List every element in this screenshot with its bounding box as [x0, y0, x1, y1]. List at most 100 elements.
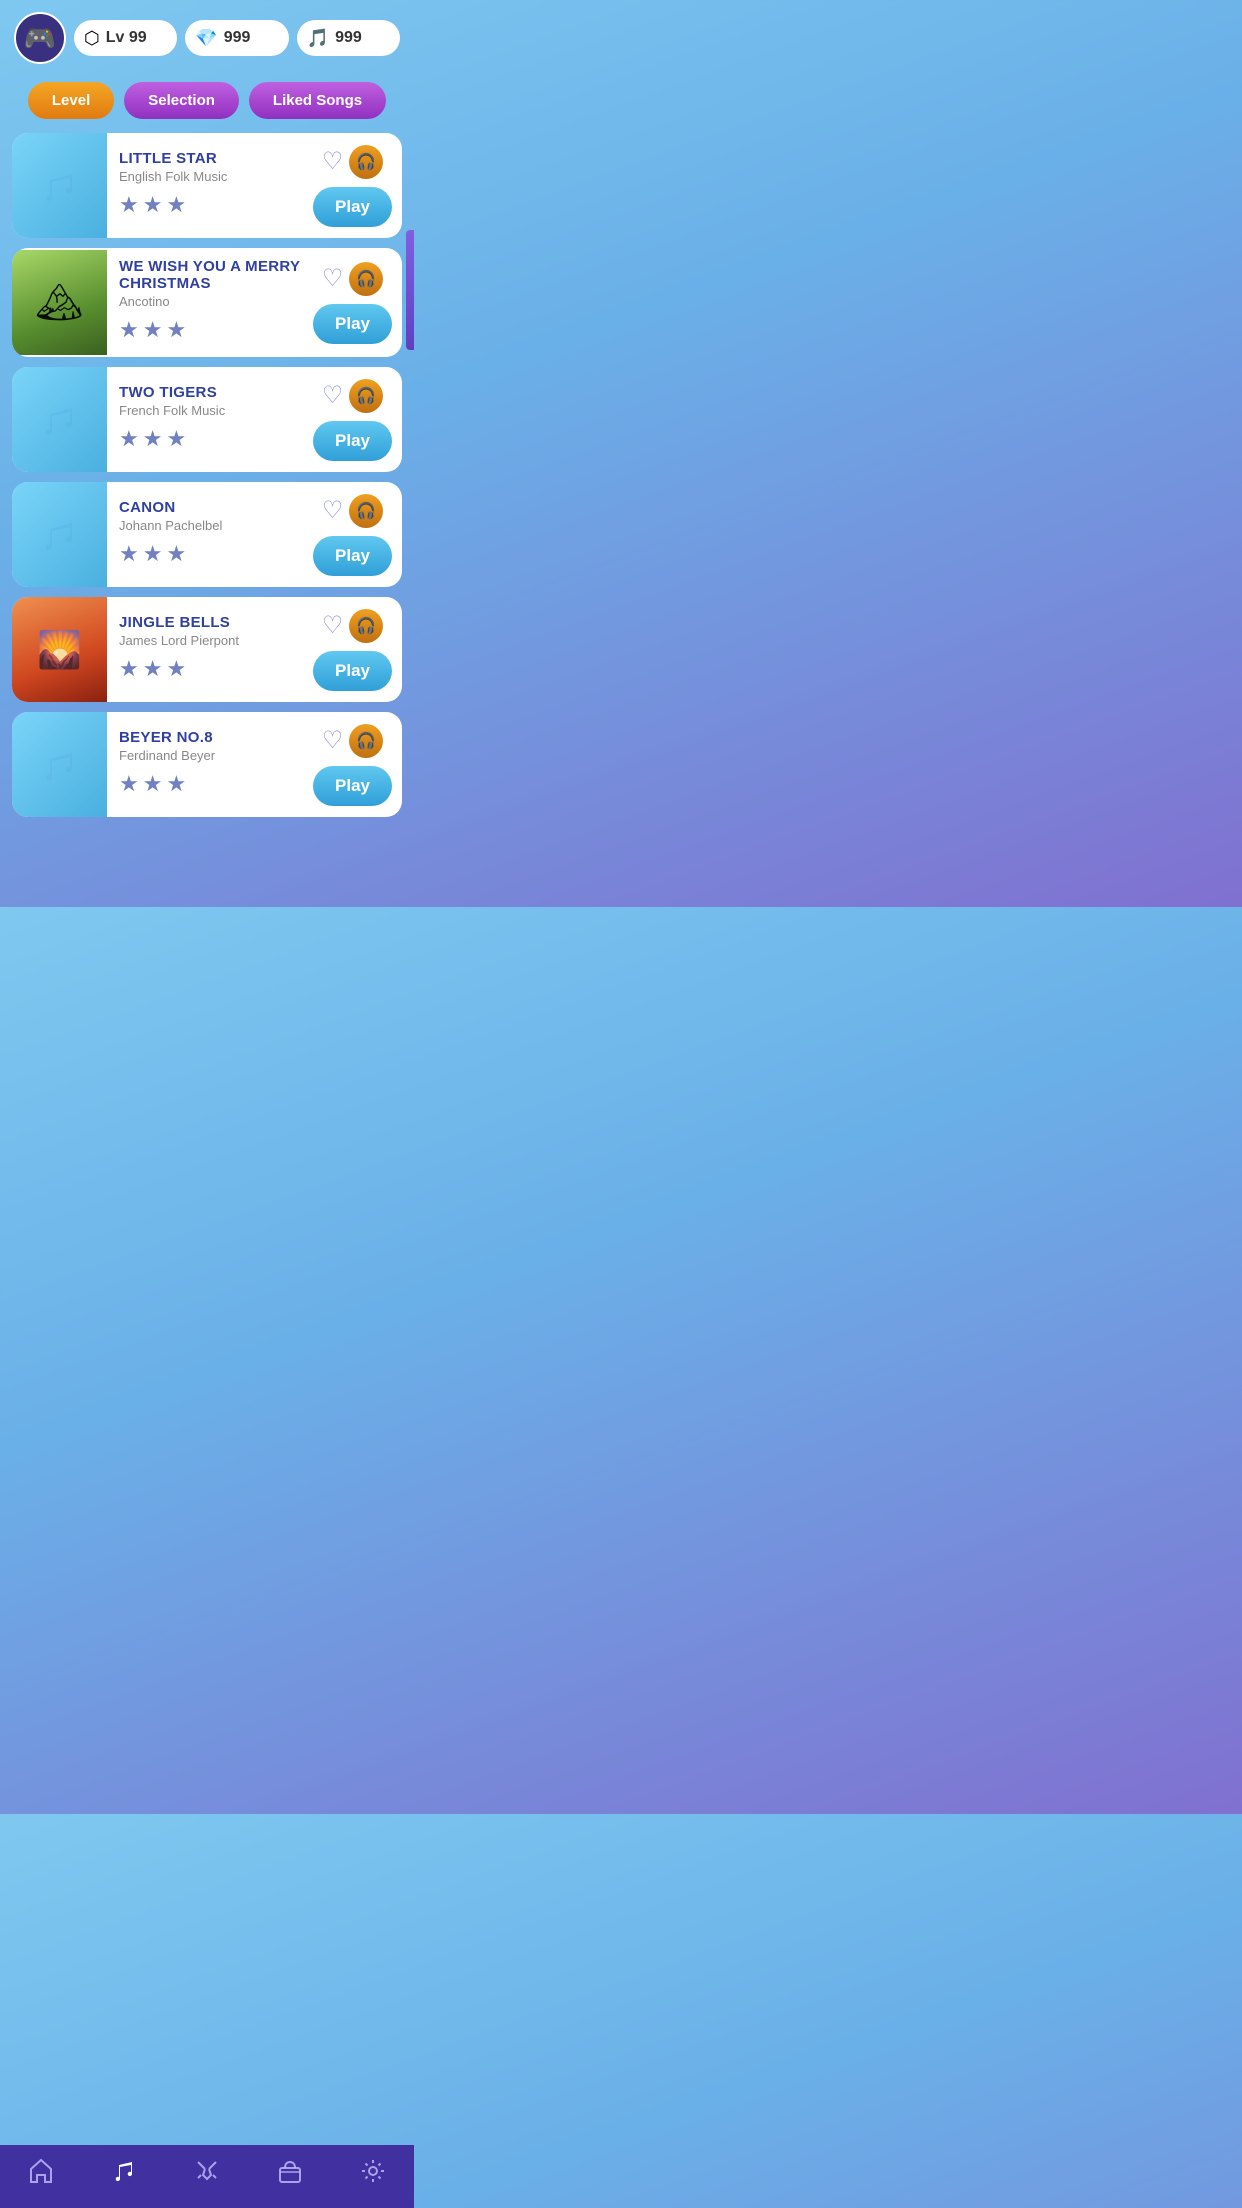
heart-icon-jingle-bells[interactable]: ♡: [322, 611, 344, 640]
nav-home[interactable]: [27, 2157, 55, 2192]
star-3: ★: [166, 317, 186, 343]
song-artist-we-wish: Ancotino: [119, 294, 301, 309]
star-3: ★: [166, 426, 186, 452]
tab-level[interactable]: Level: [28, 82, 114, 119]
gems-value: 999: [224, 29, 251, 47]
song-title-we-wish: WE WISH YOU A MERRY CHRISTMAS: [119, 258, 301, 292]
play-button-two-tigers[interactable]: Play: [313, 421, 392, 461]
song-artist-two-tigers: French Folk Music: [119, 403, 301, 418]
song-stars-canon: ★★★: [119, 541, 301, 567]
home-icon: [27, 2157, 55, 2192]
scroll-indicator: [406, 230, 414, 350]
song-stars-beyer-no8: ★★★: [119, 771, 301, 797]
headphone-icon-two-tigers[interactable]: 🎧: [349, 379, 383, 413]
song-card-canon: CANON Johann Pachelbel ★★★ ♡ 🎧 Play: [12, 482, 402, 587]
avatar[interactable]: 🎮: [14, 12, 66, 64]
gems-pill: 💎 999: [185, 20, 288, 56]
star-2: ★: [143, 192, 163, 218]
heart-icon-we-wish[interactable]: ♡: [322, 264, 344, 293]
heart-icon-canon[interactable]: ♡: [322, 496, 344, 525]
song-thumb-canon: [12, 482, 107, 587]
play-button-little-star[interactable]: Play: [313, 187, 392, 227]
action-icons-we-wish: ♡ 🎧: [322, 262, 384, 296]
star-1: ★: [119, 771, 139, 797]
action-icons-little-star: ♡ 🎧: [322, 145, 384, 179]
star-3: ★: [166, 771, 186, 797]
star-2: ★: [143, 426, 163, 452]
star-2: ★: [143, 317, 163, 343]
star-1: ★: [119, 317, 139, 343]
song-info-we-wish: WE WISH YOU A MERRY CHRISTMAS Ancotino ★…: [107, 248, 309, 357]
music-note-icon: [110, 2157, 138, 2192]
song-info-beyer-no8: BEYER NO.8 Ferdinand Beyer ★★★: [107, 719, 309, 811]
song-card-jingle-bells: 🌄 JINGLE BELLS James Lord Pierpont ★★★ ♡…: [12, 597, 402, 702]
coins-pill: 🎵 999: [297, 20, 400, 56]
battle-icon: [193, 2157, 221, 2192]
song-thumb-jingle-bells: 🌄: [12, 597, 107, 702]
headphone-icon-we-wish[interactable]: 🎧: [349, 262, 383, 296]
song-info-canon: CANON Johann Pachelbel ★★★: [107, 489, 309, 581]
song-actions-canon: ♡ 🎧 Play: [309, 486, 402, 584]
nav-shop[interactable]: [276, 2157, 304, 2192]
song-actions-beyer-no8: ♡ 🎧 Play: [309, 716, 402, 814]
star-1: ★: [119, 192, 139, 218]
headphone-icon-beyer-no8[interactable]: 🎧: [349, 724, 383, 758]
song-stars-we-wish: ★★★: [119, 317, 301, 343]
avatar-emoji: 🎮: [24, 23, 56, 54]
headphone-icon-canon[interactable]: 🎧: [349, 494, 383, 528]
star-2: ★: [143, 771, 163, 797]
action-icons-two-tigers: ♡ 🎧: [322, 379, 384, 413]
song-title-beyer-no8: BEYER NO.8: [119, 729, 301, 746]
song-title-little-star: LITTLE STAR: [119, 150, 301, 167]
header: 🎮 ⬡ Lv 99 💎 999 🎵 999: [0, 0, 414, 72]
song-info-little-star: LITTLE STAR English Folk Music ★★★: [107, 140, 309, 232]
heart-icon-two-tigers[interactable]: ♡: [322, 381, 344, 410]
song-actions-little-star: ♡ 🎧 Play: [309, 137, 402, 235]
song-artist-beyer-no8: Ferdinand Beyer: [119, 748, 301, 763]
tabs-container: Level Selection Liked Songs: [0, 72, 414, 133]
play-button-canon[interactable]: Play: [313, 536, 392, 576]
song-list: LITTLE STAR English Folk Music ★★★ ♡ 🎧 P…: [0, 133, 414, 817]
level-icon: ⬡: [84, 28, 100, 49]
star-3: ★: [166, 656, 186, 682]
level-pill: ⬡ Lv 99: [74, 20, 177, 56]
song-card-two-tigers: TWO TIGERS French Folk Music ★★★ ♡ 🎧 Pla…: [12, 367, 402, 472]
headphone-icon-little-star[interactable]: 🎧: [349, 145, 383, 179]
song-card-beyer-no8: BEYER NO.8 Ferdinand Beyer ★★★ ♡ 🎧 Play: [12, 712, 402, 817]
action-icons-canon: ♡ 🎧: [322, 494, 384, 528]
shop-icon: [276, 2157, 304, 2192]
tab-selection[interactable]: Selection: [124, 82, 239, 119]
play-button-beyer-no8[interactable]: Play: [313, 766, 392, 806]
song-artist-jingle-bells: James Lord Pierpont: [119, 633, 301, 648]
settings-icon: [359, 2157, 387, 2192]
play-button-we-wish[interactable]: Play: [313, 304, 392, 344]
nav-settings[interactable]: [359, 2157, 387, 2192]
song-actions-we-wish: ♡ 🎧 Play: [309, 254, 402, 352]
tab-liked[interactable]: Liked Songs: [249, 82, 386, 119]
song-thumb-little-star: [12, 133, 107, 238]
star-3: ★: [166, 192, 186, 218]
play-button-jingle-bells[interactable]: Play: [313, 651, 392, 691]
song-actions-two-tigers: ♡ 🎧 Play: [309, 371, 402, 469]
level-value: Lv 99: [106, 29, 147, 47]
gem-icon: 💎: [195, 28, 217, 49]
coin-icon: 🎵: [307, 28, 329, 49]
song-title-canon: CANON: [119, 499, 301, 516]
song-stars-two-tigers: ★★★: [119, 426, 301, 452]
heart-icon-beyer-no8[interactable]: ♡: [322, 726, 344, 755]
song-title-jingle-bells: JINGLE BELLS: [119, 614, 301, 631]
heart-icon-little-star[interactable]: ♡: [322, 147, 344, 176]
song-thumb-two-tigers: [12, 367, 107, 472]
song-title-two-tigers: TWO TIGERS: [119, 384, 301, 401]
nav-music[interactable]: [110, 2157, 138, 2192]
song-info-two-tigers: TWO TIGERS French Folk Music ★★★: [107, 374, 309, 466]
song-thumb-we-wish: 🏔: [12, 250, 107, 355]
action-icons-beyer-no8: ♡ 🎧: [322, 724, 384, 758]
headphone-icon-jingle-bells[interactable]: 🎧: [349, 609, 383, 643]
nav-battle[interactable]: [193, 2157, 221, 2192]
action-icons-jingle-bells: ♡ 🎧: [322, 609, 384, 643]
song-actions-jingle-bells: ♡ 🎧 Play: [309, 601, 402, 699]
song-card-we-wish: 🏔 WE WISH YOU A MERRY CHRISTMAS Ancotino…: [12, 248, 402, 357]
song-stars-little-star: ★★★: [119, 192, 301, 218]
song-thumb-beyer-no8: [12, 712, 107, 817]
